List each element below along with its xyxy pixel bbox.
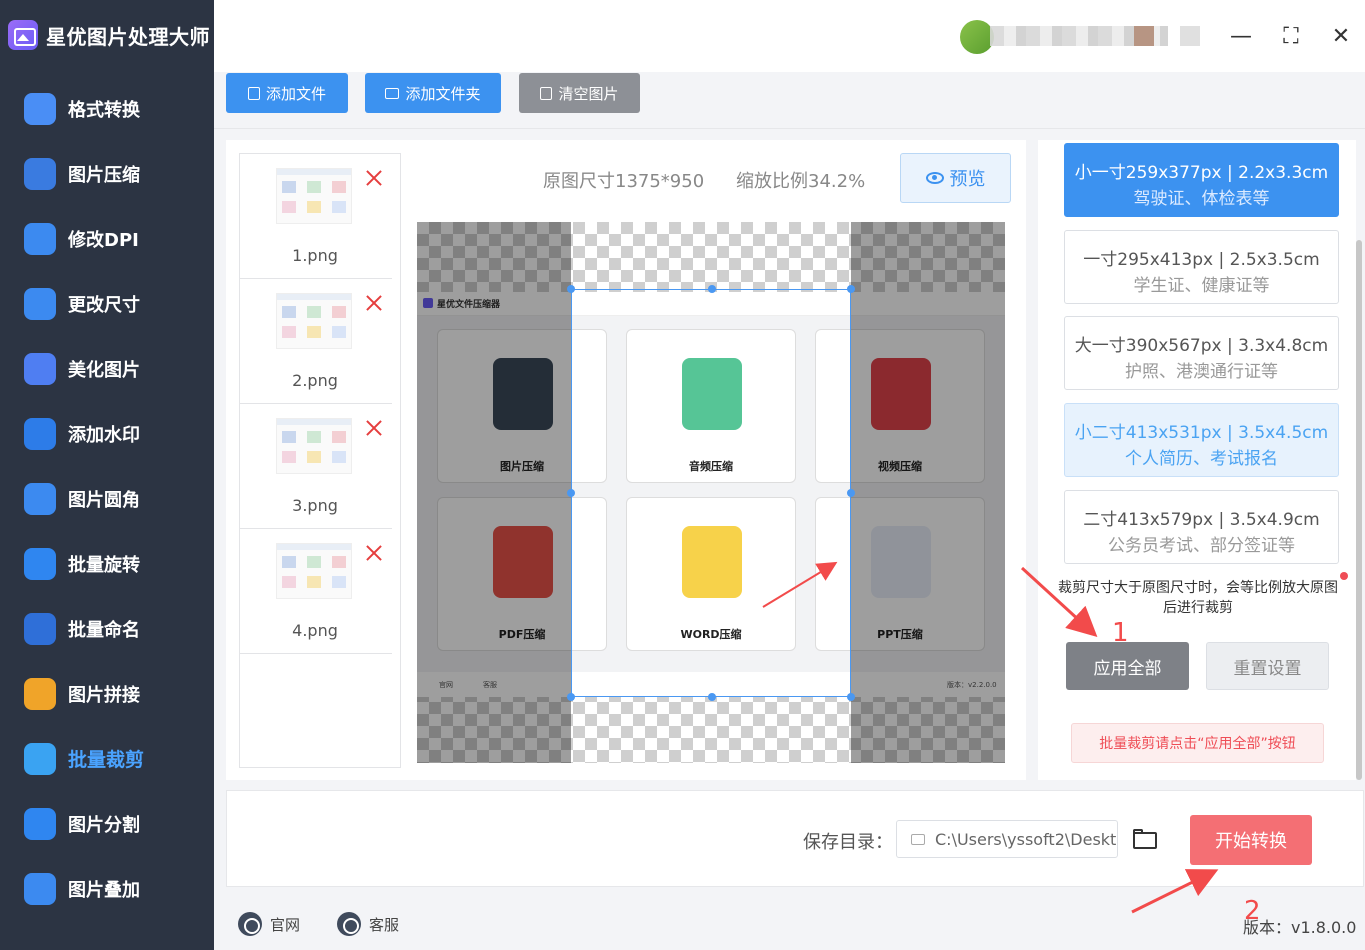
annotation-arrow <box>1131 869 1219 914</box>
annotation-step-1: 1 <box>1112 618 1129 648</box>
annotation-arrow <box>762 561 838 608</box>
annotation-arrows <box>762 561 1219 914</box>
annotation-arrow <box>1020 566 1098 638</box>
annotation-step-2: 2 <box>1244 896 1261 926</box>
